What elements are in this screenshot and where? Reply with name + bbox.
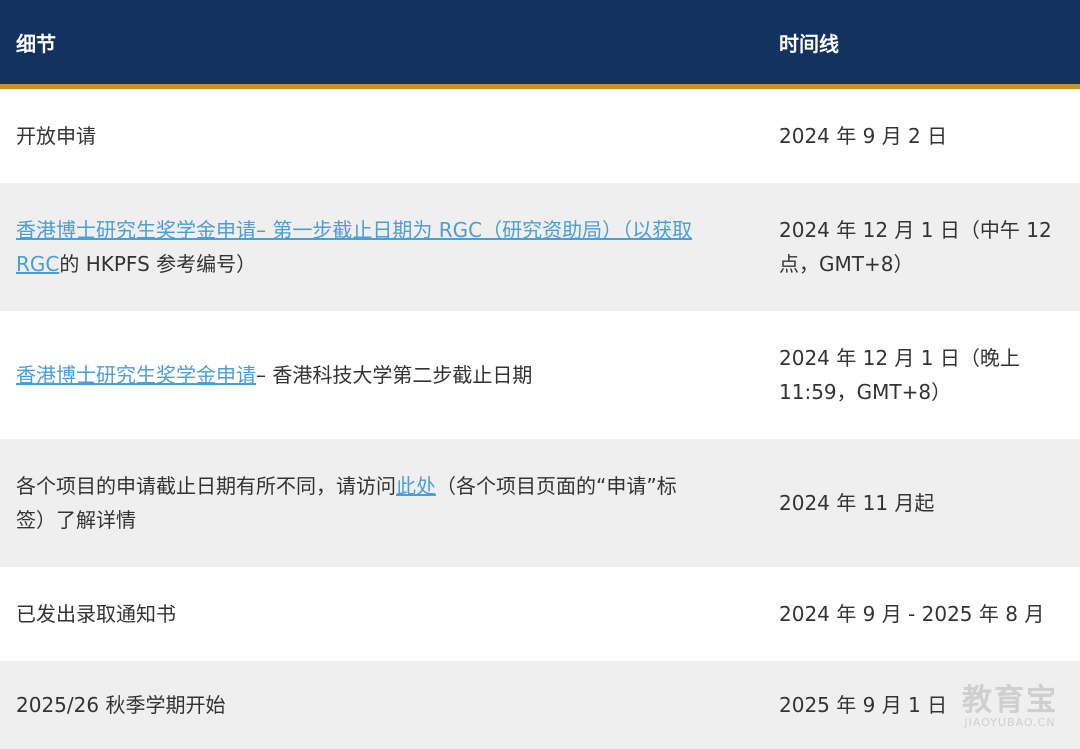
table-row: 各个项目的申请截止日期有所不同，请访问此处（各个项目页面的“申请”标签）了解详情… bbox=[0, 439, 1080, 567]
time-cell: 2024 年 11 月起 bbox=[779, 491, 935, 515]
hkpfs-application-link[interactable]: 香港博士研究生奖学金申请 bbox=[16, 363, 256, 387]
table-row: 2025/26 秋季学期开始 2025 年 9 月 1 日 bbox=[0, 661, 1080, 749]
detail-text: 已发出录取通知书 bbox=[16, 602, 176, 626]
detail-cell: 2025/26 秋季学期开始 bbox=[16, 688, 696, 722]
detail-suffix: 的 HKPFS 参考编号） bbox=[59, 252, 257, 276]
detail-cell: 香港博士研究生奖学金申请– 香港科技大学第二步截止日期 bbox=[16, 358, 696, 392]
header-timeline: 时间线 bbox=[779, 32, 839, 56]
detail-text: 开放申请 bbox=[16, 124, 96, 148]
detail-text: 2025/26 秋季学期开始 bbox=[16, 693, 226, 717]
here-link[interactable]: 此处 bbox=[396, 474, 436, 498]
detail-prefix: 各个项目的申请截止日期有所不同，请访问 bbox=[16, 474, 396, 498]
watermark-main: 教育宝 bbox=[962, 683, 1058, 718]
time-cell: 2024 年 12 月 1 日（晚上 11:59，GMT+8） bbox=[779, 346, 1020, 404]
table-row: 开放申请 2024 年 9 月 2 日 bbox=[0, 89, 1080, 183]
detail-cell: 各个项目的申请截止日期有所不同，请访问此处（各个项目页面的“申请”标签）了解详情 bbox=[16, 469, 696, 537]
table-header: 细节 时间线 bbox=[0, 0, 1080, 89]
table-row: 香港博士研究生奖学金申请– 香港科技大学第二步截止日期 2024 年 12 月 … bbox=[0, 311, 1080, 439]
time-cell: 2024 年 9 月 - 2025 年 8 月 bbox=[779, 602, 1045, 626]
timeline-table: 细节 时间线 开放申请 2024 年 9 月 2 日 香港博士研究生奖学金申请–… bbox=[0, 0, 1080, 749]
time-cell: 2024 年 12 月 1 日（中午 12 点，GMT+8） bbox=[779, 218, 1052, 276]
table-row: 香港博士研究生奖学金申请– 第一步截止日期为 RGC（研究资助局）（以获取RGC… bbox=[0, 183, 1080, 311]
time-cell: 2024 年 9 月 2 日 bbox=[779, 124, 948, 148]
watermark-sub: JIAOYUBAO.CN bbox=[964, 716, 1056, 729]
detail-suffix: – 香港科技大学第二步截止日期 bbox=[256, 363, 533, 387]
watermark-logo: 教育宝 JIAOYUBAO.CN bbox=[962, 685, 1058, 729]
header-detail: 细节 bbox=[16, 32, 56, 56]
detail-cell: 香港博士研究生奖学金申请– 第一步截止日期为 RGC（研究资助局）（以获取RGC… bbox=[16, 213, 696, 281]
table-row: 已发出录取通知书 2024 年 9 月 - 2025 年 8 月 bbox=[0, 567, 1080, 661]
detail-cell: 已发出录取通知书 bbox=[16, 597, 696, 631]
detail-cell: 开放申请 bbox=[16, 119, 696, 153]
